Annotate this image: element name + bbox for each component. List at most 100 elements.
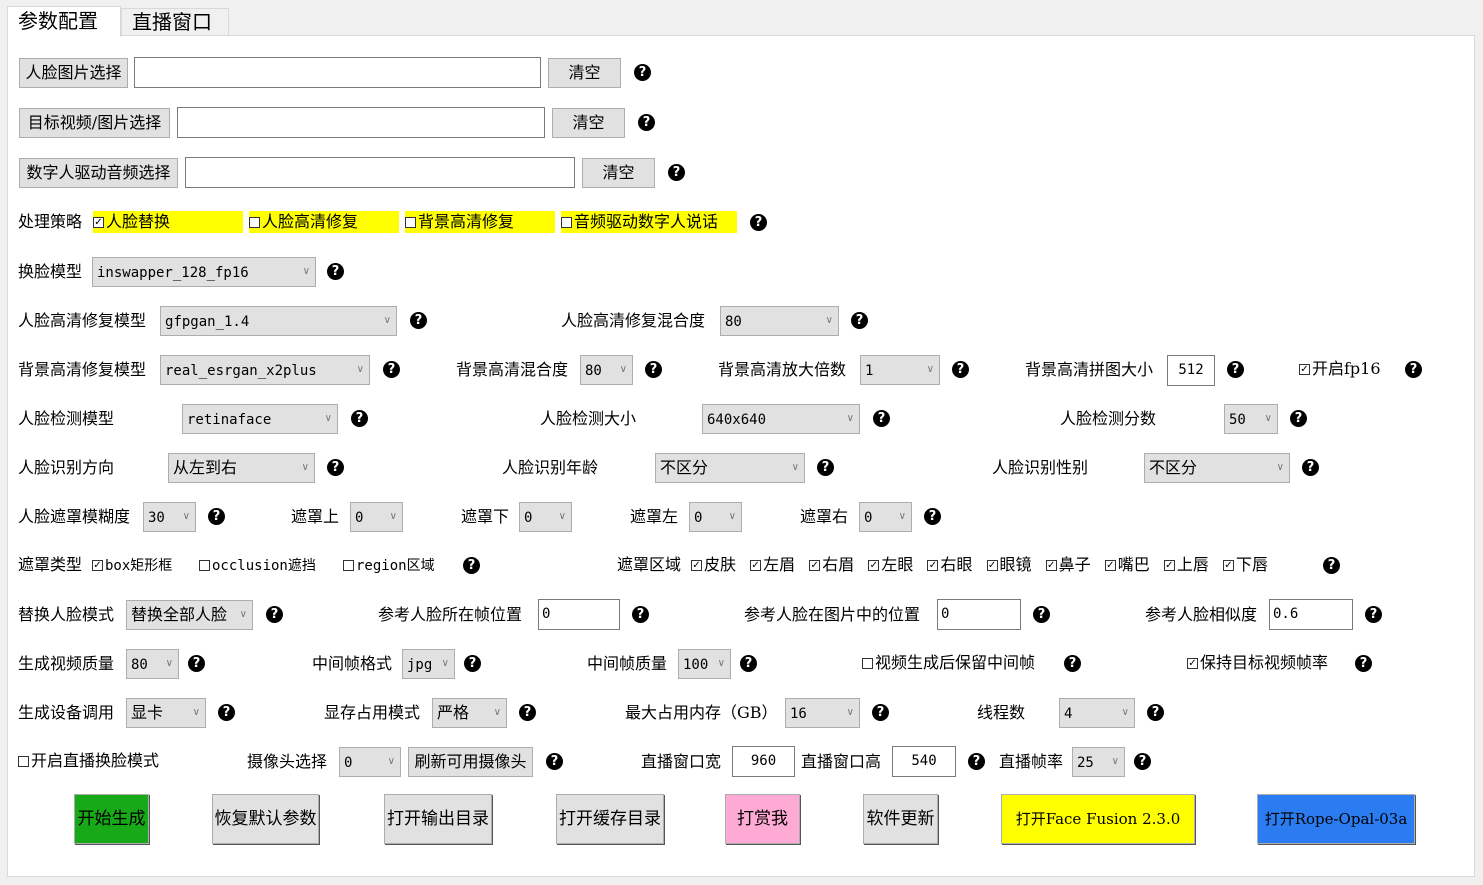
mask-right-select[interactable]: 0 ∨ xyxy=(859,502,912,532)
face-enhance-blend-select[interactable]: 80 ∨ xyxy=(720,306,839,336)
detect-size-select[interactable]: 640x640 ∨ xyxy=(702,404,860,434)
help-icon[interactable]: ? xyxy=(851,312,868,329)
frame-format-select[interactable]: jpg ∨ xyxy=(402,649,455,679)
help-icon[interactable]: ? xyxy=(634,64,651,81)
live-height-input[interactable]: 540 xyxy=(892,746,956,777)
frame-quality-select[interactable]: 100 ∨ xyxy=(678,649,731,679)
fp16-checkbox[interactable]: ✓ 开启fp16 xyxy=(1299,358,1381,380)
help-icon[interactable]: ? xyxy=(464,655,481,672)
replace-mode-select[interactable]: 替换全部人脸 ∨ xyxy=(126,600,253,630)
help-icon[interactable]: ? xyxy=(872,704,889,721)
mask-region-skin-checkbox[interactable]: ✓ 皮肤 xyxy=(691,555,736,574)
mask-region-mouth-checkbox[interactable]: ✓ 嘴巴 xyxy=(1104,555,1150,574)
mask-region-nose-checkbox[interactable]: ✓ 鼻子 xyxy=(1045,555,1091,574)
reference-frame-input[interactable]: 0 xyxy=(538,599,620,630)
open-cache-dir-button[interactable]: 打开缓存目录 xyxy=(556,794,664,844)
start-generate-button[interactable]: 开始生成 xyxy=(74,794,149,844)
help-icon[interactable]: ? xyxy=(1355,655,1372,672)
tab-params[interactable]: 参数配置 xyxy=(7,6,121,37)
help-icon[interactable]: ? xyxy=(632,606,649,623)
help-icon[interactable]: ? xyxy=(327,459,344,476)
live-width-input[interactable]: 960 xyxy=(732,746,795,777)
help-icon[interactable]: ? xyxy=(1064,655,1081,672)
open-face-fusion-button[interactable]: 打开Face Fusion 2.3.0 xyxy=(1001,794,1195,844)
bg-enhance-scale-select[interactable]: 1 ∨ xyxy=(860,355,940,385)
recognize-age-select[interactable]: 不区分 ∨ xyxy=(655,453,805,483)
keep-frames-checkbox[interactable]: 视频生成后保留中间帧 xyxy=(862,652,1035,674)
mask-region-left-brow-checkbox[interactable]: ✓ 左眉 xyxy=(750,555,795,574)
mask-region-upper-lip-checkbox[interactable]: ✓ 上唇 xyxy=(1163,555,1209,574)
help-icon[interactable]: ? xyxy=(546,753,563,770)
help-icon[interactable]: ? xyxy=(638,114,655,131)
help-icon[interactable]: ? xyxy=(645,361,662,378)
detect-score-select[interactable]: 50 ∨ xyxy=(1224,404,1278,434)
help-icon[interactable]: ? xyxy=(1134,753,1151,770)
live-fps-select[interactable]: 25 ∨ xyxy=(1072,747,1125,777)
mask-region-lower-lip-checkbox[interactable]: ✓ 下唇 xyxy=(1222,555,1268,574)
help-icon[interactable]: ? xyxy=(873,410,890,427)
help-icon[interactable]: ? xyxy=(410,312,427,329)
strategy-bg-enhance-checkbox[interactable]: 背景高清修复 xyxy=(405,211,555,233)
target-video-select-button[interactable]: 目标视频/图片选择 xyxy=(19,108,170,138)
help-icon[interactable]: ? xyxy=(1033,606,1050,623)
help-icon[interactable]: ? xyxy=(519,704,536,721)
mask-left-select[interactable]: 0 ∨ xyxy=(689,502,742,532)
driver-audio-select-button[interactable]: 数字人驱动音频选择 xyxy=(19,158,178,188)
mask-blur-select[interactable]: 30 ∨ xyxy=(143,502,196,532)
help-icon[interactable]: ? xyxy=(1323,557,1340,574)
camera-select[interactable]: 0 ∨ xyxy=(339,747,401,777)
help-icon[interactable]: ? xyxy=(208,508,225,525)
help-icon[interactable]: ? xyxy=(968,753,985,770)
open-rope-button[interactable]: 打开Rope-Opal-03a xyxy=(1257,794,1415,844)
keep-fps-checkbox[interactable]: ✓ 保持目标视频帧率 xyxy=(1187,652,1328,674)
bg-enhance-blend-select[interactable]: 80 ∨ xyxy=(580,355,633,385)
mask-type-box-checkbox[interactable]: ✓ box矩形框 xyxy=(92,554,172,577)
recognize-direction-select[interactable]: 从左到右 ∨ xyxy=(168,453,315,483)
help-icon[interactable]: ? xyxy=(1405,361,1422,378)
help-icon[interactable]: ? xyxy=(1290,410,1307,427)
help-icon[interactable]: ? xyxy=(351,410,368,427)
help-icon[interactable]: ? xyxy=(1147,704,1164,721)
help-icon[interactable]: ? xyxy=(952,361,969,378)
reference-similarity-input[interactable]: 0.6 xyxy=(1269,599,1353,630)
vram-mode-select[interactable]: 严格 ∨ xyxy=(432,698,507,728)
mask-top-select[interactable]: 0 ∨ xyxy=(350,502,403,532)
face-image-select-button[interactable]: 人脸图片选择 xyxy=(19,58,128,88)
bg-enhance-tile-input[interactable]: 512 xyxy=(1167,355,1215,386)
video-quality-select[interactable]: 80 ∨ xyxy=(126,649,179,679)
device-select[interactable]: 显卡 ∨ xyxy=(126,698,206,728)
driver-audio-path-input[interactable] xyxy=(185,157,575,188)
strategy-face-enhance-checkbox[interactable]: 人脸高清修复 xyxy=(249,211,399,233)
mask-region-left-eye-checkbox[interactable]: ✓ 左眼 xyxy=(868,555,913,574)
strategy-face-swap-checkbox[interactable]: ✓ 人脸替换 xyxy=(93,211,243,233)
help-icon[interactable]: ? xyxy=(463,557,480,574)
bg-enhance-model-select[interactable]: real_esrgan_x2plus ∨ xyxy=(160,355,370,385)
help-icon[interactable]: ? xyxy=(924,508,941,525)
refresh-cameras-button[interactable]: 刷新可用摄像头 xyxy=(408,747,533,777)
target-video-clear-button[interactable]: 清空 xyxy=(552,108,625,138)
help-icon[interactable]: ? xyxy=(266,606,283,623)
help-icon[interactable]: ? xyxy=(817,459,834,476)
mask-region-right-eye-checkbox[interactable]: ✓ 右眼 xyxy=(927,555,972,574)
strategy-audio-drive-checkbox[interactable]: 音频驱动数字人说话 xyxy=(561,211,737,233)
mask-type-occlusion-checkbox[interactable]: occlusion遮挡 xyxy=(199,554,316,577)
target-video-path-input[interactable] xyxy=(177,107,545,138)
driver-audio-clear-button[interactable]: 清空 xyxy=(582,158,655,188)
help-icon[interactable]: ? xyxy=(1302,459,1319,476)
software-update-button[interactable]: 软件更新 xyxy=(863,794,938,844)
help-icon[interactable]: ? xyxy=(668,164,685,181)
help-icon[interactable]: ? xyxy=(1365,606,1382,623)
donate-button[interactable]: 打赏我 xyxy=(725,794,800,844)
face-image-clear-button[interactable]: 清空 xyxy=(548,58,621,88)
restore-defaults-button[interactable]: 恢复默认参数 xyxy=(212,794,319,844)
face-image-path-input[interactable] xyxy=(134,57,541,88)
detect-model-select[interactable]: retinaface ∨ xyxy=(182,404,338,434)
tab-live-window[interactable]: 直播窗口 xyxy=(121,8,229,35)
help-icon[interactable]: ? xyxy=(740,655,757,672)
help-icon[interactable]: ? xyxy=(750,214,767,231)
help-icon[interactable]: ? xyxy=(218,704,235,721)
mask-type-region-checkbox[interactable]: region区域 xyxy=(343,554,435,577)
face-enhance-model-select[interactable]: gfpgan_1.4 ∨ xyxy=(160,306,397,336)
help-icon[interactable]: ? xyxy=(383,361,400,378)
help-icon[interactable]: ? xyxy=(327,263,344,280)
